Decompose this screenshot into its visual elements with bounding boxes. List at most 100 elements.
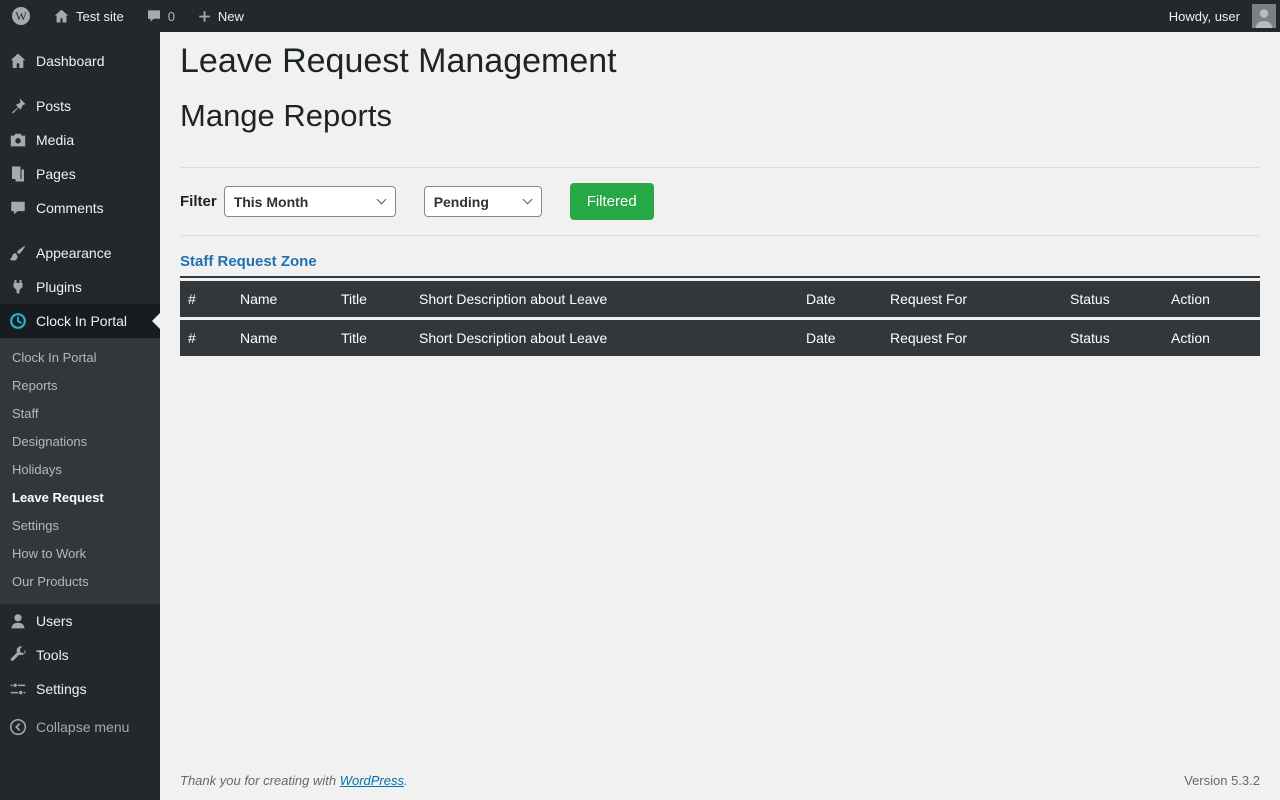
collapse-arrow-icon xyxy=(0,717,36,737)
menu-separator xyxy=(0,225,160,236)
period-select[interactable]: This Month xyxy=(223,186,396,218)
admin-footer: Thank you for creating with WordPress. V… xyxy=(180,773,1260,788)
sidebar-item-media[interactable]: Media xyxy=(0,123,160,157)
page-title: Leave Request Management xyxy=(180,42,617,80)
sidebar-item-plugins[interactable]: Plugins xyxy=(0,270,160,304)
table-header-row: # Name Title Short Description about Lea… xyxy=(180,281,1260,318)
wordpress-link[interactable]: WordPress xyxy=(340,773,404,788)
footer-thanks-text: Thank you for creating with xyxy=(180,773,337,788)
submenu-item-reports[interactable]: Reports xyxy=(0,372,160,400)
cell-action: Action xyxy=(1163,320,1260,357)
howdy-menu[interactable]: Howdy, user xyxy=(1158,0,1280,32)
svg-text:W: W xyxy=(15,9,27,23)
filtered-button[interactable]: Filtered xyxy=(569,183,654,221)
menu-separator xyxy=(0,78,160,89)
plus-icon xyxy=(197,9,212,24)
column-header-date: Date xyxy=(798,281,882,318)
admin-bar-left: W Test site 0 New xyxy=(0,0,255,32)
users-icon xyxy=(0,611,36,631)
media-camera-icon xyxy=(0,130,36,150)
sidebar-item-label: Posts xyxy=(36,98,72,114)
sidebar-item-dashboard[interactable]: Dashboard xyxy=(0,44,160,78)
comments-bubble-icon xyxy=(0,199,36,217)
dashboard-icon xyxy=(0,51,36,71)
home-icon xyxy=(53,8,70,25)
footer-period: . xyxy=(404,773,408,788)
submenu-item-holidays[interactable]: Holidays xyxy=(0,456,160,484)
sidebar-item-label: Plugins xyxy=(36,279,82,295)
table-row: # Name Title Short Description about Lea… xyxy=(180,320,1260,357)
sidebar-item-label: Media xyxy=(36,132,75,148)
sidebar-item-appearance[interactable]: Appearance xyxy=(0,236,160,270)
cell-description: Short Description about Leave xyxy=(411,320,798,357)
column-header-status: Status xyxy=(1062,281,1163,318)
sidebar-item-label: Pages xyxy=(36,166,76,182)
divider xyxy=(180,167,1260,169)
cell-title: Title xyxy=(333,320,411,357)
sidebar-item-label: Settings xyxy=(36,681,87,697)
avatar xyxy=(1252,4,1276,28)
page-subtitle: Mange Reports xyxy=(180,97,392,133)
admin-sidebar: Dashboard Posts Media Pages Comments App… xyxy=(0,32,160,800)
admin-bar: W Test site 0 New Howdy, user xyxy=(0,0,1280,32)
pages-icon xyxy=(0,164,36,184)
column-header-description: Short Description about Leave xyxy=(411,281,798,318)
cell-date: Date xyxy=(798,320,882,357)
period-select-wrap: This Month xyxy=(223,186,396,218)
sidebar-item-users[interactable]: Users xyxy=(0,604,160,638)
submenu-item-designations[interactable]: Designations xyxy=(0,428,160,456)
new-label: New xyxy=(217,8,244,24)
filter-label: Filter xyxy=(180,193,217,211)
section-title: Staff Request Zone xyxy=(180,253,317,271)
posts-pin-icon xyxy=(0,96,36,116)
column-header-action: Action xyxy=(1163,281,1260,318)
wp-logo-menu[interactable]: W xyxy=(0,0,42,32)
cell-status: Status xyxy=(1062,320,1163,357)
clock-in-portal-submenu: Clock In Portal Reports Staff Designatio… xyxy=(0,338,160,604)
comment-count: 0 xyxy=(167,8,175,24)
cell-name: Name xyxy=(232,320,333,357)
sidebar-item-settings[interactable]: Settings xyxy=(0,672,160,706)
clock-icon xyxy=(0,311,36,331)
comments-menu[interactable]: 0 xyxy=(135,0,186,32)
comment-bubble-icon xyxy=(146,8,162,24)
filter-bar: Filter This Month Pending Filtered xyxy=(180,183,1260,221)
sidebar-item-label: Tools xyxy=(36,647,69,663)
collapse-menu-button[interactable]: Collapse menu xyxy=(0,710,160,744)
divider xyxy=(180,235,1260,237)
version-text: Version 5.3.2 xyxy=(1184,773,1260,788)
cell-number: # xyxy=(180,320,232,357)
status-select-wrap: Pending xyxy=(423,186,542,218)
sidebar-item-pages[interactable]: Pages xyxy=(0,157,160,191)
status-select[interactable]: Pending xyxy=(423,186,542,218)
submenu-item-settings[interactable]: Settings xyxy=(0,512,160,540)
column-header-number: # xyxy=(180,281,232,318)
collapse-menu-label: Collapse menu xyxy=(36,719,130,735)
sidebar-item-posts[interactable]: Posts xyxy=(0,89,160,123)
column-header-name: Name xyxy=(232,281,333,318)
appearance-brush-icon xyxy=(0,243,36,263)
column-header-title: Title xyxy=(333,281,411,318)
settings-sliders-icon xyxy=(0,679,36,699)
footer-thanks: Thank you for creating with WordPress. xyxy=(180,773,408,788)
submenu-item-staff[interactable]: Staff xyxy=(0,400,160,428)
submenu-item-clock-in-portal[interactable]: Clock In Portal xyxy=(0,344,160,372)
sidebar-item-tools[interactable]: Tools xyxy=(0,638,160,672)
new-menu[interactable]: New xyxy=(186,0,255,32)
submenu-item-leave-request[interactable]: Leave Request xyxy=(0,484,160,512)
main-content: Leave Request Management Mange Reports F… xyxy=(160,0,1280,800)
site-name-label: Test site xyxy=(76,8,124,24)
plugins-plug-icon xyxy=(0,277,36,297)
sidebar-item-clock-in-portal[interactable]: Clock In Portal xyxy=(0,304,160,338)
tools-wrench-icon xyxy=(0,645,36,665)
admin-bar-right: Howdy, user xyxy=(1158,0,1280,32)
site-name-menu[interactable]: Test site xyxy=(42,0,135,32)
sidebar-item-label: Appearance xyxy=(36,245,112,261)
submenu-item-how-to-work[interactable]: How to Work xyxy=(0,540,160,568)
submenu-item-our-products[interactable]: Our Products xyxy=(0,568,160,596)
sidebar-item-label: Comments xyxy=(36,200,104,216)
wordpress-logo-icon: W xyxy=(11,6,31,26)
sidebar-item-comments[interactable]: Comments xyxy=(0,191,160,225)
sidebar-item-label: Clock In Portal xyxy=(36,313,128,329)
sidebar-item-label: Users xyxy=(36,613,73,629)
